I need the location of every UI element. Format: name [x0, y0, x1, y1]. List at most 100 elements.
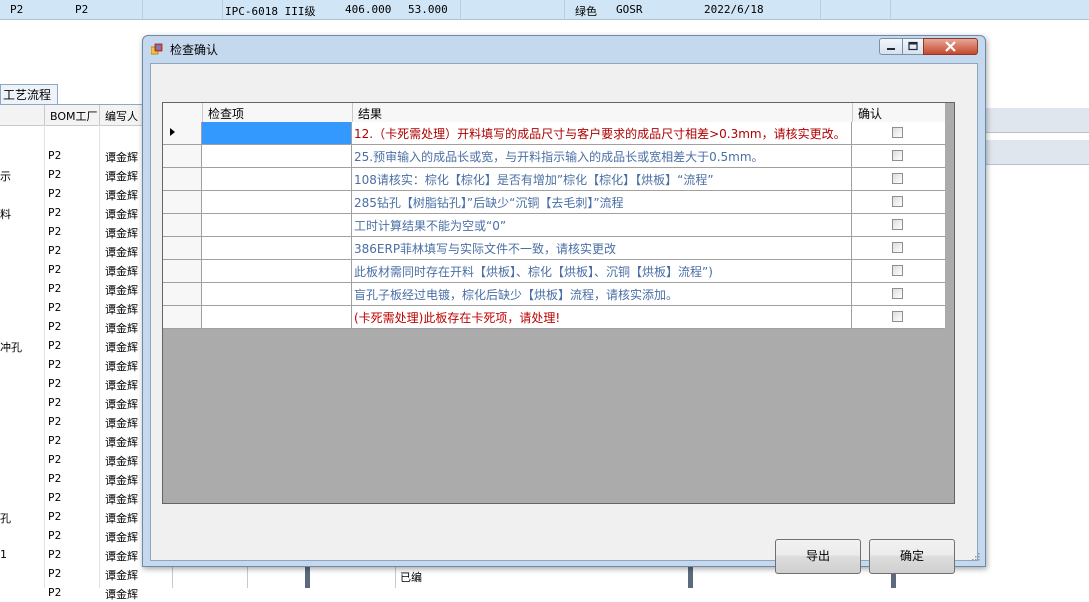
table-row[interactable]: 25.预审输入的成品长或宽，与开料指示输入的成品长或宽相差大于0.5mm。: [163, 145, 945, 168]
row-header[interactable]: [163, 145, 202, 167]
table-row[interactable]: 此板材需同时存在开料【烘板】、棕化【烘板】、沉铜【烘板】流程”): [163, 260, 945, 283]
result-cell[interactable]: 386ERP菲林填写与实际文件不一致，请核实更改: [352, 237, 852, 259]
result-cell[interactable]: 285钻孔【树脂钻孔】”后缺少“沉铜【去毛刺】”流程: [352, 191, 852, 213]
check-item-cell[interactable]: [202, 214, 352, 236]
dialog-title-bar[interactable]: 检查确认: [143, 36, 985, 63]
table-row[interactable]: P2 谭金辉: [0, 355, 146, 374]
table-row[interactable]: 工时计算结果不能为空或“0”: [163, 214, 945, 237]
table-row[interactable]: P2 谭金辉: [0, 583, 146, 602]
cell-text: 示: [0, 170, 11, 183]
result-cell[interactable]: 盲孔子板经过电镀，棕化后缺少【烘板】流程，请核实添加。: [352, 283, 852, 305]
table-row[interactable]: 108请核实：棕化【棕化】是否有增加”棕化【棕化】【烘板】“流程”: [163, 168, 945, 191]
confirm-cell[interactable]: [852, 168, 945, 190]
table-row[interactable]: P2 谭金辉: [0, 393, 146, 412]
table-row[interactable]: 盲孔子板经过电镀，棕化后缺少【烘板】流程，请核实添加。: [163, 283, 945, 306]
column-header-author[interactable]: 编写人: [105, 108, 138, 124]
result-cell[interactable]: 此板材需同时存在开料【烘板】、棕化【烘板】、沉铜【烘板】流程”): [352, 260, 852, 282]
tab-process-flow[interactable]: 工艺流程: [0, 84, 58, 104]
check-item-cell[interactable]: [202, 122, 352, 144]
column-header-confirm[interactable]: 确认: [858, 105, 882, 122]
confirm-cell[interactable]: [852, 237, 945, 259]
check-item-cell[interactable]: [202, 283, 352, 305]
check-item-cell[interactable]: [202, 237, 352, 259]
row-header[interactable]: [163, 306, 202, 328]
table-row[interactable]: P2 谭金辉: [0, 146, 146, 165]
table-row[interactable]: 12.（卡死需处理）开料填写的成品尺寸与客户要求的成品尺寸相差>0.3mm，请核…: [163, 122, 945, 145]
minimize-button[interactable]: [879, 38, 903, 55]
confirm-cell[interactable]: [852, 191, 945, 213]
table-row[interactable]: P2 谭金辉: [0, 412, 146, 431]
row-header[interactable]: [163, 283, 202, 305]
table-row[interactable]: P2 谭金辉: [0, 469, 146, 488]
close-button[interactable]: [923, 38, 978, 55]
confirm-checkbox[interactable]: [892, 311, 903, 322]
export-button[interactable]: 导出: [775, 539, 861, 574]
check-item-cell[interactable]: [202, 168, 352, 190]
maximize-button[interactable]: [902, 38, 924, 55]
confirm-checkbox[interactable]: [892, 242, 903, 253]
column-header-result[interactable]: 结果: [358, 105, 382, 122]
check-item-cell[interactable]: [202, 260, 352, 282]
check-item-cell[interactable]: [202, 145, 352, 167]
table-row[interactable]: 1 P2 谭金辉: [0, 545, 146, 564]
splitter[interactable]: [305, 566, 310, 588]
table-row[interactable]: P2 谭金辉: [0, 431, 146, 450]
table-row[interactable]: 386ERP菲林填写与实际文件不一致，请核实更改: [163, 237, 945, 260]
result-cell[interactable]: 25.预审输入的成品长或宽，与开料指示输入的成品长或宽相差大于0.5mm。: [352, 145, 852, 167]
column-header-bom-factory[interactable]: BOM工厂: [50, 108, 98, 124]
check-item-cell[interactable]: [202, 191, 352, 213]
resize-grip-icon[interactable]: [971, 552, 980, 561]
table-row[interactable]: P2 谭金辉: [0, 488, 146, 507]
table-row[interactable]: P2 谭金辉: [0, 317, 146, 336]
table-row[interactable]: P2 谭金辉: [0, 184, 146, 203]
row-header[interactable]: [163, 168, 202, 190]
confirm-checkbox[interactable]: [892, 150, 903, 161]
table-row[interactable]: P2 谭金辉: [0, 298, 146, 317]
row-header[interactable]: [163, 214, 202, 236]
table-row[interactable]: 冲孔 P2 谭金辉: [0, 336, 146, 355]
ok-button[interactable]: 确定: [869, 539, 955, 574]
splitter[interactable]: [688, 566, 693, 588]
check-results-grid[interactable]: 检查项 结果 确认 12.（卡死需处理）开料填写的成品尺寸与客户要求的成品尺寸相…: [162, 102, 955, 504]
table-row[interactable]: P2 谭金辉: [0, 241, 146, 260]
bom-factory-cell: P2: [48, 301, 62, 314]
confirm-cell[interactable]: [852, 306, 945, 328]
table-row[interactable]: P2 谭金辉: [0, 222, 146, 241]
table-row[interactable]: P2 谭金辉: [0, 564, 146, 583]
table-row[interactable]: 285钻孔【树脂钻孔】”后缺少“沉铜【去毛刺】”流程: [163, 191, 945, 214]
background-top-row[interactable]: P2 P2 IPC-6018 III级 406.000 53.000 绿色 GO…: [0, 0, 1089, 20]
author-cell: 谭金辉: [105, 588, 138, 601]
table-row[interactable]: 料 P2 谭金辉: [0, 203, 146, 222]
result-cell[interactable]: 12.（卡死需处理）开料填写的成品尺寸与客户要求的成品尺寸相差>0.3mm，请核…: [352, 122, 852, 144]
confirm-checkbox[interactable]: [892, 219, 903, 230]
row-header[interactable]: [163, 191, 202, 213]
row-header[interactable]: [163, 260, 202, 282]
table-row[interactable]: P2 谭金辉: [0, 526, 146, 545]
author-cell: 谭金辉: [105, 436, 138, 449]
result-cell[interactable]: (卡死需处理)此板存在卡死项，请处理!: [352, 306, 852, 328]
confirm-cell[interactable]: [852, 283, 945, 305]
confirm-cell[interactable]: [852, 260, 945, 282]
table-row[interactable]: P2 谭金辉: [0, 279, 146, 298]
table-row[interactable]: (卡死需处理)此板存在卡死项，请处理!: [163, 306, 945, 329]
cell: [172, 566, 248, 588]
result-cell[interactable]: 工时计算结果不能为空或“0”: [352, 214, 852, 236]
confirm-cell[interactable]: [852, 145, 945, 167]
table-row[interactable]: P2 谭金辉: [0, 450, 146, 469]
table-row[interactable]: 孔 P2 谭金辉: [0, 507, 146, 526]
confirm-checkbox[interactable]: [892, 288, 903, 299]
result-cell[interactable]: 108请核实：棕化【棕化】是否有增加”棕化【棕化】【烘板】“流程”: [352, 168, 852, 190]
column-header-check-item[interactable]: 检查项: [208, 105, 244, 122]
table-row[interactable]: 示 P2 谭金辉: [0, 165, 146, 184]
confirm-cell[interactable]: [852, 214, 945, 236]
confirm-checkbox[interactable]: [892, 196, 903, 207]
confirm-checkbox[interactable]: [892, 173, 903, 184]
confirm-checkbox[interactable]: [892, 127, 903, 138]
table-row[interactable]: P2 谭金辉: [0, 374, 146, 393]
row-header[interactable]: [163, 237, 202, 259]
confirm-cell[interactable]: [852, 122, 945, 144]
check-item-cell[interactable]: [202, 306, 352, 328]
table-row[interactable]: P2 谭金辉: [0, 260, 146, 279]
row-header[interactable]: [163, 122, 202, 144]
confirm-checkbox[interactable]: [892, 265, 903, 276]
